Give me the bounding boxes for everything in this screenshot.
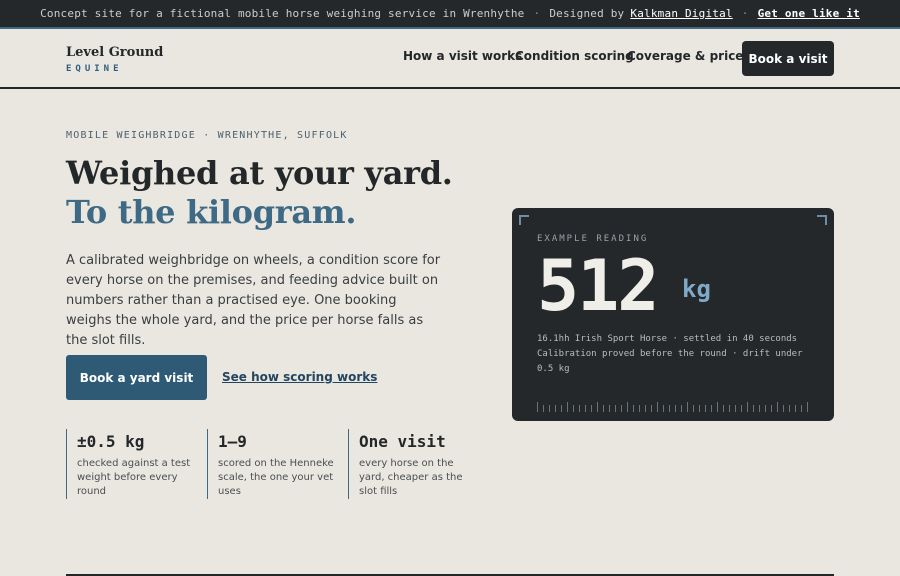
stat-one-visit: One visit every horse on the yard, cheap… [348, 429, 476, 499]
stat-scale: 1–9 scored on the Henneke scale, the one… [207, 429, 335, 499]
stat-accuracy: ±0.5 kg checked against a test weight be… [66, 429, 194, 499]
designer-link[interactable]: Kalkman Digital [630, 7, 732, 20]
book-yard-visit-button[interactable]: Book a yard visit [66, 355, 207, 400]
concept-notice: Concept site for a fictional mobile hors… [40, 7, 525, 20]
separator: · [533, 7, 541, 20]
brand-name: Level Ground [66, 45, 164, 60]
see-scoring-link[interactable]: See how scoring works [222, 370, 377, 384]
reading-label: EXAMPLE READING [537, 234, 649, 244]
hero-eyebrow: MOBILE WEIGHBRIDGE · WRENHYTHE, SUFFOLK [66, 130, 348, 141]
reading-value: 512 [537, 245, 659, 327]
announcement-bar: Concept site for a fictional mobile hors… [0, 0, 900, 29]
hero-title-line-2: To the kilogram. [66, 193, 357, 231]
designed-by-label: Designed by [549, 7, 625, 20]
reading-detail-calibration: Calibration proved before the round · dr… [537, 349, 803, 374]
site-header: Level Ground EQUINE How a visit works Co… [0, 29, 900, 89]
hero-lead: A calibrated weighbridge on wheels, a co… [66, 253, 441, 348]
book-visit-button[interactable]: Book a visit [742, 41, 834, 76]
reading-unit: kg [682, 275, 711, 303]
corner-bracket [519, 215, 529, 225]
stat-value: 1–9 [218, 432, 247, 451]
stat-caption: checked against a test weight before eve… [77, 458, 191, 497]
stat-value: One visit [359, 432, 446, 451]
hero-title-line-1: Weighed at your yard. [66, 154, 453, 192]
brand-logo[interactable]: Level Ground EQUINE [66, 45, 164, 75]
nav-condition-scoring[interactable]: Condition scoring [515, 49, 634, 63]
reading-detail-horse: 16.1hh Irish Sport Horse · settled in 40… [537, 334, 798, 344]
stat-caption: scored on the Henneke scale, the one you… [218, 458, 334, 497]
stat-value: ±0.5 kg [77, 432, 145, 451]
nav-coverage-prices[interactable]: Coverage & prices [627, 49, 751, 63]
separator: · [741, 7, 749, 20]
scale-ticks [537, 402, 808, 412]
stat-caption: every horse on the yard, cheaper as the … [359, 458, 463, 497]
get-one-like-it-link[interactable]: Get one like it [758, 7, 860, 20]
nav-how-a-visit-works[interactable]: How a visit works [403, 49, 522, 63]
corner-bracket [817, 215, 827, 225]
brand-subtitle: EQUINE [66, 64, 123, 74]
example-reading-panel: EXAMPLE READING 512 kg 16.1hh Irish Spor… [512, 208, 834, 421]
